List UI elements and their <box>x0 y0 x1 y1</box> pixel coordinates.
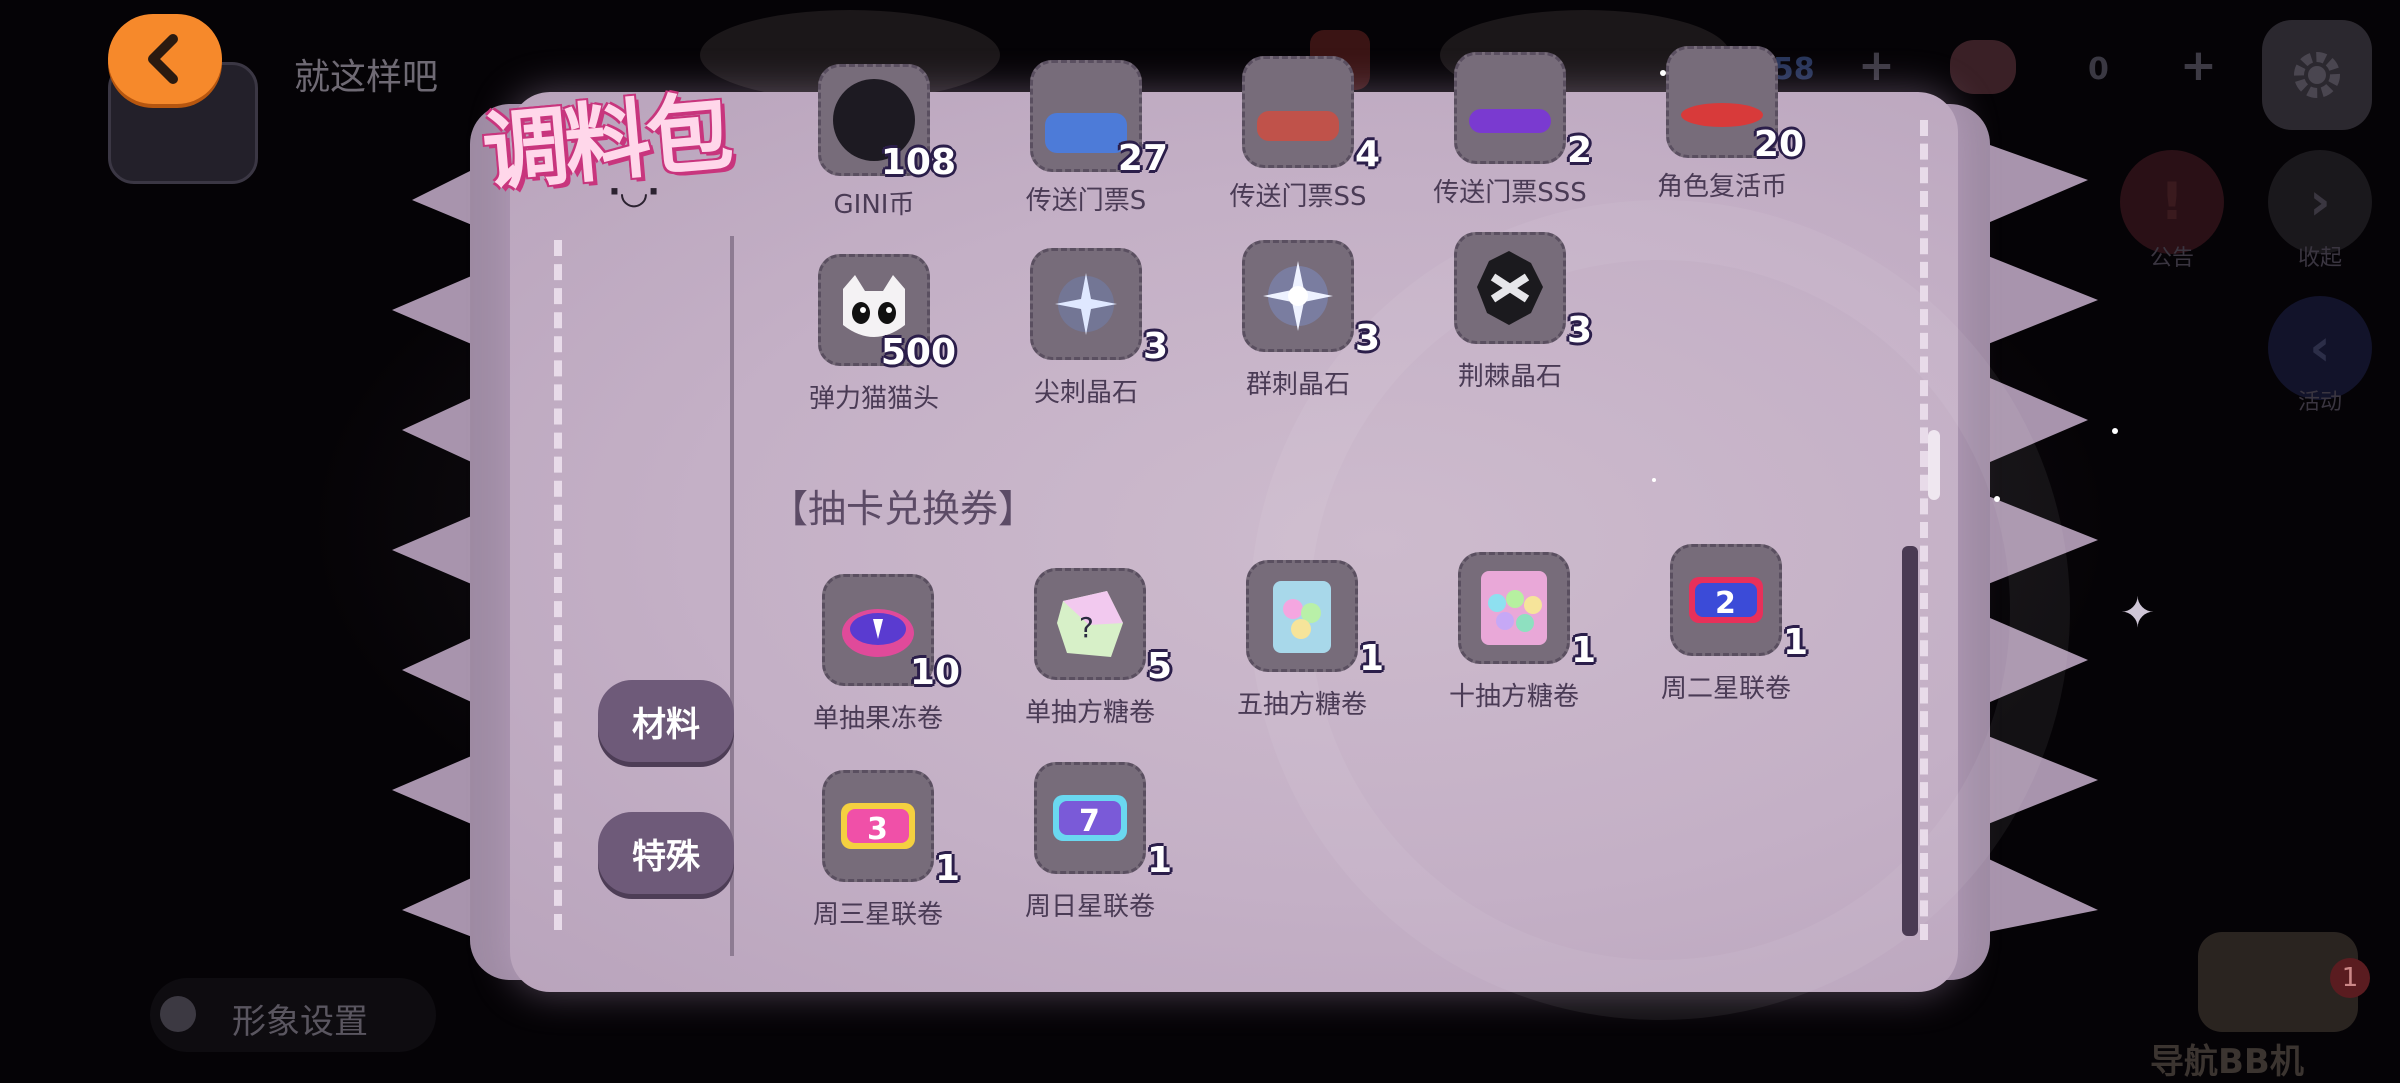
gem-icon <box>1950 40 2016 94</box>
ten-sugar-pack-icon <box>1481 571 1547 645</box>
item-revive-coin[interactable]: 20 角色复活币 <box>1622 46 1822 286</box>
notice-label: 公告 <box>2149 246 2194 271</box>
item-qty: 20 <box>1753 124 1804 165</box>
tab-material[interactable]: 材料 <box>598 680 734 762</box>
collapse-label: 收起 <box>2297 246 2342 271</box>
gear-icon <box>2294 52 2340 98</box>
sparkle-star-icon: ✦ <box>2120 588 2156 637</box>
item-qty: 1 <box>1782 622 1808 663</box>
sparkle-dot <box>1652 478 1656 482</box>
back-button[interactable] <box>108 14 222 104</box>
sugar-cube-icon: ? <box>1057 591 1123 657</box>
sunday-ticket-icon: 7 <box>1053 795 1127 841</box>
portal-ticket-ss-icon <box>1257 111 1339 141</box>
item-qty: 1 <box>1358 638 1384 679</box>
item-name: 角色复活币 <box>1656 172 1787 202</box>
scrollbar[interactable] <box>1902 546 1918 936</box>
item-qty: 1 <box>1570 630 1596 671</box>
portal-ticket-s-icon <box>1045 113 1127 153</box>
jelly-roll-icon <box>842 609 914 657</box>
item-qty: 2 <box>1566 130 1592 171</box>
sparkle-dot <box>1994 496 2000 502</box>
item-name: 周日星联卷 <box>1024 892 1155 922</box>
currency-amount-2: 0 <box>2088 52 2109 87</box>
item-name: 周二星联卷 <box>1660 674 1791 704</box>
item-name: 周三星联卷 <box>812 900 943 930</box>
dashed-border-right <box>1920 120 1934 940</box>
chevron-right-icon: › <box>2309 172 2331 232</box>
five-sugar-pack-icon <box>1273 581 1331 653</box>
section-gacha-title: 【抽卡兑换券】 <box>770 487 1037 531</box>
item-name: 十抽方糖卷 <box>1448 682 1579 712</box>
add-currency-icon[interactable]: + <box>1858 40 1895 91</box>
item-name: 荆棘晶石 <box>1457 362 1562 392</box>
revive-coin-icon <box>1681 103 1763 127</box>
item-sunday-ticket[interactable]: 7 1 周日星联卷 <box>990 762 1190 942</box>
item-qty: 3 <box>1354 318 1380 359</box>
item-qty: 108 <box>880 142 956 183</box>
dashed-border-left <box>554 240 568 930</box>
add-gem-icon[interactable]: + <box>2180 40 2217 91</box>
ticket-number: 3 <box>867 812 888 847</box>
collapse-button[interactable]: › <box>2268 150 2372 254</box>
item-name: 传送门票SSS <box>1433 178 1587 208</box>
item-name: 弹力猫猫头 <box>808 384 939 414</box>
item-name: 传送门票SS <box>1229 182 1367 212</box>
cluster-crystal-icon <box>1263 261 1333 331</box>
wednesday-ticket-icon: 3 <box>841 803 915 849</box>
item-tuesday-ticket[interactable]: 2 1 周二星联卷 <box>1626 544 1826 724</box>
item-qty: 3 <box>1142 326 1168 367</box>
notice-button[interactable]: ! <box>2120 150 2224 254</box>
item-sugar-cube[interactable]: ? 5 单抽方糖卷 <box>990 568 1190 748</box>
item-thorn-crystal[interactable]: 3 荆棘晶石 <box>1410 232 1610 412</box>
chevron-left-small-icon: ‹ <box>2309 318 2331 378</box>
spike-crystal-icon <box>1055 273 1117 335</box>
exclamation-icon: ! <box>2160 172 2184 232</box>
item-cat-head[interactable]: 500 弹力猫猫头 <box>774 254 974 434</box>
item-name: GINI币 <box>833 190 915 220</box>
item-wednesday-ticket[interactable]: 3 1 周三星联卷 <box>778 770 978 950</box>
sparkle-dot <box>1660 70 1666 76</box>
item-qty: 27 <box>1117 138 1168 179</box>
tuesday-ticket-icon: 2 <box>1689 577 1763 623</box>
item-name: 尖刺晶石 <box>1033 378 1138 408</box>
tab-special[interactable]: 特殊 <box>598 812 734 894</box>
item-name: 单抽方糖卷 <box>1024 698 1155 728</box>
item-qty: 4 <box>1354 134 1380 175</box>
scroll-thumb[interactable] <box>1928 430 1940 500</box>
item-five-sugar-pack[interactable]: 1 五抽方糖卷 <box>1202 560 1402 740</box>
item-qty: 500 <box>880 332 956 373</box>
ticket-number: 7 <box>1079 804 1100 839</box>
item-name: 单抽果冻卷 <box>812 704 943 734</box>
item-name: 五抽方糖卷 <box>1236 690 1367 720</box>
player-name: 就这样吧 <box>294 57 439 98</box>
thorn-crystal-icon <box>1477 251 1543 325</box>
item-qty: 5 <box>1146 646 1172 687</box>
activity-label: 活动 <box>2297 390 2342 415</box>
item-ten-sugar-pack[interactable]: 1 十抽方糖卷 <box>1414 552 1614 732</box>
svg-text:?: ? <box>1079 611 1094 644</box>
sparkle-dot <box>2112 428 2118 434</box>
nav-bb-label[interactable]: 导航BB机 <box>2150 1034 2304 1083</box>
item-jelly-roll[interactable]: 10 单抽果冻卷 <box>778 574 978 754</box>
item-spike-crystal[interactable]: 3 尖刺晶石 <box>986 248 1186 428</box>
item-cluster-crystal[interactable]: 3 群刺晶石 <box>1198 240 1398 420</box>
profile-settings-label: 形象设置 <box>232 1002 368 1042</box>
settings-button[interactable] <box>2262 20 2372 130</box>
item-qty: 1 <box>1146 840 1172 881</box>
item-qty: 3 <box>1566 310 1592 351</box>
item-name: 群刺晶石 <box>1245 370 1350 400</box>
nav-badge: 1 <box>2330 958 2370 998</box>
ticket-number: 2 <box>1715 586 1736 621</box>
person-icon <box>160 996 196 1032</box>
portal-ticket-sss-icon <box>1469 109 1551 133</box>
chevron-left-icon <box>148 34 178 84</box>
item-qty: 1 <box>934 848 960 889</box>
item-qty: 10 <box>909 652 960 693</box>
item-name: 传送门票S <box>1025 186 1147 216</box>
panel-title: 调料包 <box>478 82 733 204</box>
